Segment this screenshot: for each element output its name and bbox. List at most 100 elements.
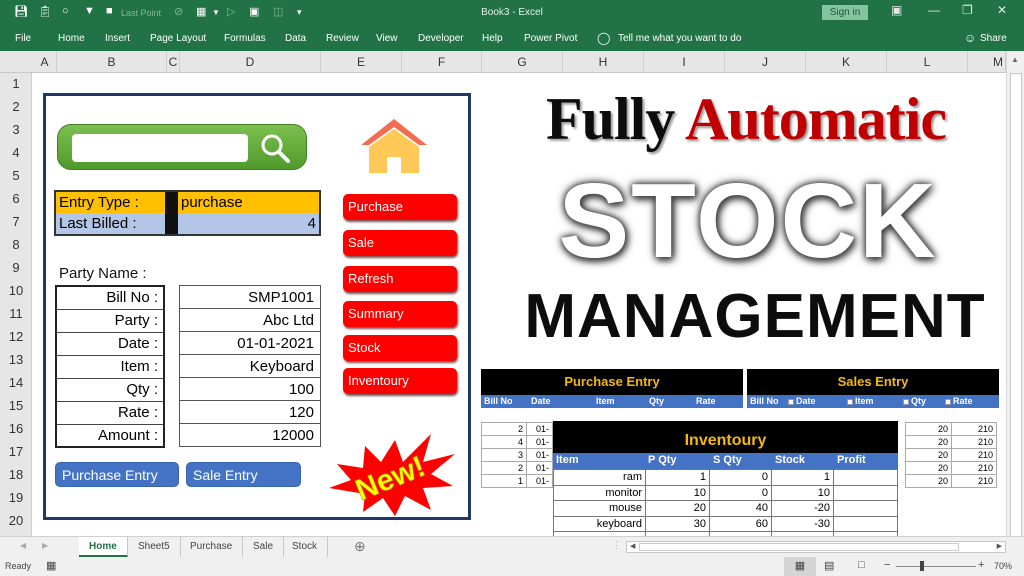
search-box[interactable]	[57, 124, 307, 170]
column-header[interactable]: F	[402, 51, 482, 73]
minimize-icon[interactable]: —	[928, 3, 940, 17]
amount-field[interactable]: 12000	[179, 423, 321, 447]
restore-icon[interactable]: ❐	[962, 3, 973, 17]
column-label[interactable]: Bill No	[484, 395, 513, 408]
sheet-tab-sheet5[interactable]: Sheet5	[128, 537, 181, 557]
tab-developer[interactable]: Developer	[418, 33, 464, 44]
scroll-tabs-left-icon[interactable]: ◀	[20, 541, 26, 550]
entry-type-value[interactable]: purchase	[178, 191, 320, 213]
column-label[interactable]: Rate	[953, 396, 973, 406]
tab-data[interactable]: Data	[285, 33, 306, 44]
scroll-up-icon[interactable]: ▲	[1011, 55, 1019, 64]
item-field[interactable]: Keyboard	[179, 354, 321, 378]
column-header[interactable]: L	[887, 51, 968, 73]
column-label[interactable]: Qty	[911, 396, 926, 406]
page-break-view-icon[interactable]: □	[858, 559, 865, 571]
tab-home[interactable]: Home	[58, 33, 85, 44]
column-header[interactable]: K	[806, 51, 887, 73]
worksheet-grid[interactable]: Entry Type : purchase Last Billed : 4 Pa…	[33, 73, 1006, 536]
tab-formulas[interactable]: Formulas	[224, 33, 266, 44]
inventoury-button[interactable]: Inventoury	[343, 368, 457, 394]
sheet-tab-sale[interactable]: Sale	[243, 537, 285, 557]
sign-in-button[interactable]: Sign in	[822, 5, 868, 20]
column-header[interactable]: A	[33, 51, 57, 73]
column-label[interactable]: Date	[796, 396, 816, 406]
column-header[interactable]: C	[167, 51, 180, 73]
filter-dropdown-icon[interactable]	[903, 398, 909, 405]
sale-entry-button[interactable]: Sale Entry	[186, 462, 301, 487]
stock-button[interactable]: Stock	[343, 335, 457, 361]
scroll-right-icon[interactable]: ▶	[997, 542, 1002, 550]
column-header[interactable]: M	[968, 51, 1006, 73]
row-header[interactable]: 19	[0, 490, 32, 505]
scroll-left-icon[interactable]: ◀	[630, 542, 635, 550]
scroll-tabs-right-icon[interactable]: ▶	[42, 541, 48, 550]
row-header[interactable]: 15	[0, 398, 32, 413]
qty-field[interactable]: 100	[179, 377, 321, 401]
column-header[interactable]: H	[563, 51, 644, 73]
column-header[interactable]: D	[180, 51, 321, 73]
row-header[interactable]: 3	[0, 122, 32, 137]
column-header[interactable]: B	[57, 51, 167, 73]
party-field[interactable]: Abc Ltd	[179, 308, 321, 332]
search-input[interactable]	[72, 134, 248, 162]
scroll-thumb[interactable]	[639, 543, 959, 551]
row-header[interactable]: 8	[0, 237, 32, 252]
date-field[interactable]: 01-01-2021	[179, 331, 321, 355]
page-layout-view-icon[interactable]: ▤	[824, 559, 834, 572]
macro-record-icon[interactable]: ▦	[46, 559, 56, 572]
row-header[interactable]: 6	[0, 191, 32, 206]
row-header[interactable]: 4	[0, 145, 32, 160]
refresh-button[interactable]: Refresh	[343, 266, 457, 292]
column-label[interactable]: Qty	[649, 395, 664, 408]
summary-button[interactable]: Summary	[343, 301, 457, 327]
add-sheet-icon[interactable]: ⊕	[354, 538, 366, 555]
row-header[interactable]: 11	[0, 306, 32, 321]
zoom-in-icon[interactable]: +	[978, 559, 984, 571]
ribbon-display-icon[interactable]: ▣	[891, 3, 902, 17]
scroll-thumb[interactable]	[1010, 73, 1022, 543]
column-label[interactable]: Rate	[696, 395, 716, 408]
zoom-out-icon[interactable]: −	[884, 559, 890, 571]
tab-insert[interactable]: Insert	[105, 33, 130, 44]
sheet-tab-stock[interactable]: Stock	[282, 537, 329, 557]
column-header[interactable]: E	[321, 51, 402, 73]
row-header[interactable]: 7	[0, 214, 32, 229]
horizontal-scrollbar[interactable]: ◀ ▶	[626, 541, 1006, 553]
row-header[interactable]: 13	[0, 352, 32, 367]
zoom-level[interactable]: 70%	[994, 561, 1012, 571]
tab-page-layout[interactable]: Page Layout	[150, 33, 206, 44]
column-label[interactable]: Item	[596, 395, 615, 408]
share-button[interactable]: Share	[980, 33, 1007, 44]
column-label[interactable]: Bill No	[750, 395, 779, 408]
home-icon[interactable]	[359, 115, 429, 175]
zoom-slider[interactable]	[896, 566, 976, 567]
zoom-slider-handle[interactable]	[920, 561, 924, 571]
tab-view[interactable]: View	[376, 33, 398, 44]
tab-help[interactable]: Help	[482, 33, 503, 44]
row-header[interactable]: 1	[0, 76, 32, 91]
row-header[interactable]: 9	[0, 260, 32, 275]
column-header[interactable]: J	[725, 51, 806, 73]
last-billed-value[interactable]: 4	[178, 213, 320, 235]
column-label[interactable]: Date	[531, 395, 551, 408]
row-header[interactable]: 5	[0, 168, 32, 183]
column-label[interactable]: Item	[855, 396, 874, 406]
row-header[interactable]: 17	[0, 444, 32, 459]
row-header[interactable]: 14	[0, 375, 32, 390]
split-handle-icon[interactable]: ⋮	[612, 540, 621, 551]
tab-file[interactable]: File	[15, 33, 31, 44]
tab-review[interactable]: Review	[326, 33, 359, 44]
filter-dropdown-icon[interactable]	[847, 398, 853, 405]
sheet-tab-purchase[interactable]: Purchase	[180, 537, 244, 557]
sale-button[interactable]: Sale	[343, 230, 457, 256]
row-header[interactable]: 20	[0, 513, 32, 528]
row-header[interactable]: 12	[0, 329, 32, 344]
rate-field[interactable]: 120	[179, 400, 321, 424]
filter-dropdown-icon[interactable]	[945, 398, 951, 405]
column-header[interactable]: G	[482, 51, 563, 73]
purchase-button[interactable]: Purchase	[343, 194, 457, 220]
normal-view-icon[interactable]: ▦	[784, 557, 816, 576]
sheet-tab-home[interactable]: Home	[79, 537, 128, 557]
column-header[interactable]: I	[644, 51, 725, 73]
